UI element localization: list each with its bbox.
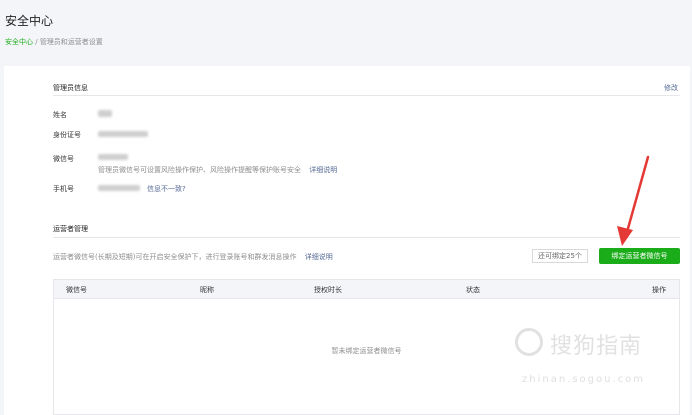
watermark-logo-icon [515, 328, 543, 356]
operators-section-divider [53, 237, 680, 238]
page-title: 安全中心 [5, 14, 54, 28]
operators-hint: 运营者微信号(长期及短期)可在开启安全保护下，进行登录账号和群发消息操作 详细说… [53, 252, 333, 262]
column-actions: 操作 [652, 286, 666, 294]
admin-section-title: 管理员信息 [53, 84, 88, 92]
operators-detail-link[interactable]: 详细说明 [305, 253, 333, 261]
name-value-blurred [98, 110, 112, 117]
phone-value-blurred [98, 185, 140, 191]
admin-section-divider [53, 95, 680, 96]
wechat-detail-link[interactable]: 详细说明 [309, 166, 337, 174]
operators-section-title: 运营者管理 [53, 225, 88, 233]
column-nickname: 昵称 [200, 286, 214, 294]
column-status: 状态 [466, 286, 480, 294]
watermark-subtext: zhinan.sogou.com [522, 374, 646, 385]
column-auth-duration: 授权时长 [314, 286, 342, 294]
wechat-hint: 管理员微信号可设置风险操作保护、风险操作提醒等保护账号安全 详细说明 [98, 165, 337, 175]
breadcrumb-separator: / [33, 38, 40, 46]
breadcrumb-link-security-center[interactable]: 安全中心 [5, 38, 33, 46]
breadcrumb: 安全中心 / 管理员和运营者设置 [5, 37, 103, 47]
admin-edit-link[interactable]: 修改 [664, 83, 678, 93]
wechat-label: 微信号 [53, 155, 74, 163]
table-header: 微信号 昵称 授权时长 状态 操作 [54, 280, 679, 299]
id-number-value-blurred [98, 131, 148, 137]
wechat-hint-text: 管理员微信号可设置风险操作保护、风险操作提醒等保护账号安全 [98, 166, 301, 174]
bind-operator-button[interactable]: 绑定运营者微信号 [599, 248, 680, 264]
watermark-text: 搜狗指南 [550, 334, 643, 359]
wechat-value-blurred [98, 154, 128, 160]
watermark: 搜狗指南 zhinan.sogou.com [510, 328, 690, 398]
name-label: 姓名 [53, 111, 67, 119]
phone-label: 手机号 [53, 185, 74, 193]
id-number-label: 身份证号 [53, 131, 81, 139]
column-wechat: 微信号 [66, 286, 87, 294]
phone-mismatch-link[interactable]: 信息不一致? [147, 184, 186, 194]
breadcrumb-current: 管理员和运营者设置 [39, 38, 103, 46]
remaining-count-button[interactable]: 还可绑定25个 [532, 249, 588, 263]
operators-hint-text: 运营者微信号(长期及短期)可在开启安全保护下，进行登录账号和群发消息操作 [53, 253, 297, 261]
